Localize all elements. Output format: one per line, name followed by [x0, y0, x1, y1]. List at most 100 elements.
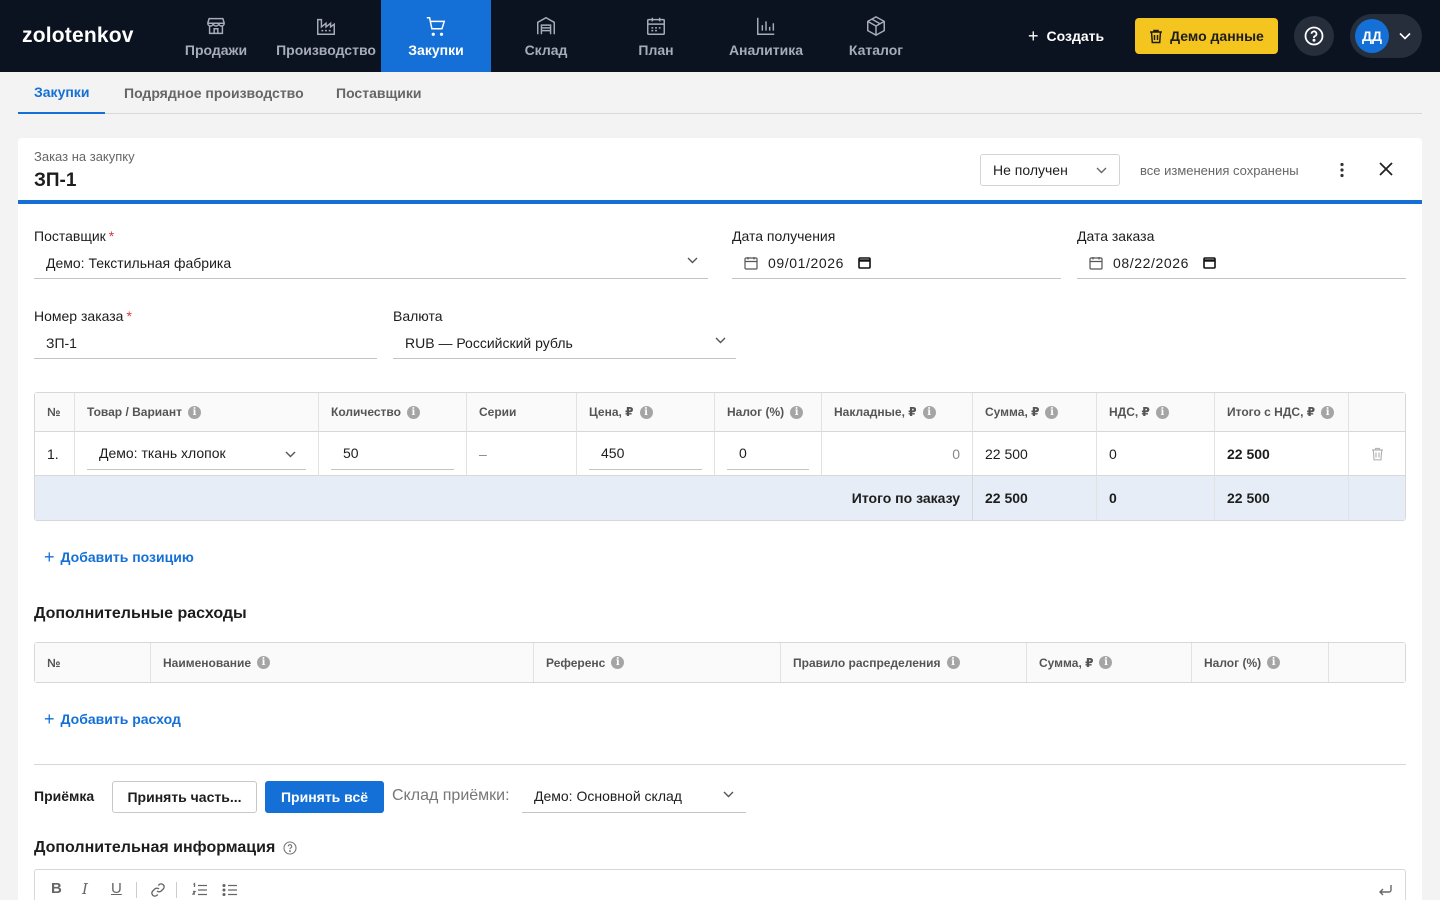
status-value: Не получен	[993, 162, 1068, 178]
table-header-row: № Товар / Вариант i Количество i Серии Цен…	[35, 393, 1405, 432]
info-icon[interactable]: i	[611, 656, 625, 669]
footer-spacer	[1349, 476, 1405, 520]
product-value: Демо: ткань хлопок	[99, 445, 226, 461]
delete-row-button[interactable]	[1349, 432, 1405, 476]
demo-data-button[interactable]: Демо данные	[1135, 18, 1278, 54]
info-icon[interactable]: i	[1267, 656, 1281, 669]
extra-costs-title: Дополнительные расходы	[34, 605, 247, 622]
tab-suppliers[interactable]: Поставщики	[320, 72, 438, 114]
enter-icon[interactable]	[1377, 882, 1393, 900]
additional-info-title-text: Дополнительная информация	[34, 839, 276, 856]
link-icon[interactable]	[150, 882, 166, 900]
nav-analytics-label: Аналитика	[728, 41, 804, 58]
table-row: 1. Демо: ткань хлопок 50 – 450 0 0 22 50…	[35, 432, 1405, 476]
calendar-icon	[647, 17, 665, 35]
info-icon[interactable]: i	[1099, 656, 1113, 669]
receive-all-button[interactable]: Принять всё	[265, 781, 384, 813]
help-button[interactable]	[1294, 16, 1334, 56]
additional-info-title: Дополнительная информация	[34, 839, 297, 857]
tab-purchases[interactable]: Закупки	[18, 72, 106, 114]
trash-icon	[1150, 29, 1163, 43]
info-icon[interactable]: i	[1045, 405, 1059, 419]
nav-catalog-label: Каталог	[848, 41, 904, 58]
receipt-warehouse-select[interactable]: Демо: Основной склад	[522, 779, 746, 813]
order-header: Заказ на закупку ЗП-1 Не получен все изм…	[18, 138, 1422, 204]
info-icon[interactable]: i	[406, 405, 420, 419]
date-picker-icon[interactable]	[1203, 256, 1216, 269]
price-input[interactable]: 450	[589, 438, 702, 470]
nav-analytics[interactable]: Аналитика	[711, 0, 821, 72]
question-icon	[1304, 26, 1324, 46]
create-button[interactable]: + Создать	[1028, 22, 1104, 50]
order-total-sum: 22 500	[973, 476, 1097, 520]
plus-icon: +	[44, 547, 55, 567]
plus-icon: +	[1028, 26, 1039, 46]
col-number-label: №	[47, 405, 61, 419]
underline-icon[interactable]: U	[111, 880, 122, 897]
add-expense-button[interactable]: + Добавить расход	[44, 710, 181, 728]
help-icon[interactable]	[283, 841, 297, 855]
order-date-field[interactable]: 08/22/2026	[1077, 247, 1406, 279]
nav-sales-label: Продажи	[184, 41, 248, 58]
price-cell: 450	[577, 432, 715, 476]
vat-cell: 0	[1097, 432, 1215, 476]
info-icon[interactable]: i	[257, 656, 271, 669]
info-icon[interactable]: i	[1321, 405, 1335, 419]
currency-select[interactable]: RUB — Российский рубль	[393, 327, 736, 359]
nav-catalog[interactable]: Каталог	[821, 0, 931, 72]
product-select[interactable]: Демо: ткань хлопок	[87, 438, 306, 470]
chevron-down-icon	[1399, 32, 1411, 40]
cart-icon	[426, 16, 446, 36]
receive-date-field[interactable]: 09/01/2026	[732, 247, 1061, 279]
nav-production-label: Производство	[276, 41, 376, 58]
supplier-select[interactable]: Демо: Текстильная фабрика	[34, 247, 708, 279]
col-number-label: №	[47, 655, 61, 670]
nav-sales[interactable]: Продажи	[161, 0, 271, 72]
plus-icon: +	[44, 709, 55, 729]
italic-icon[interactable]: I	[82, 880, 88, 898]
receive-partial-button[interactable]: Принять часть...	[112, 781, 257, 813]
col-sum-label: Сумма, ₽	[985, 405, 1040, 419]
info-icon[interactable]: i	[639, 405, 653, 419]
col-name: Наименование i	[151, 643, 534, 682]
ordered-list-icon[interactable]	[191, 882, 208, 900]
add-item-button[interactable]: + Добавить позицию	[44, 548, 194, 566]
info-icon[interactable]: i	[1155, 405, 1169, 419]
page-title: ЗП-1	[34, 170, 77, 191]
order-number-value: ЗП-1	[46, 334, 77, 351]
info-icon[interactable]: i	[187, 405, 201, 419]
col-vat-label: НДС, ₽	[1109, 405, 1150, 419]
top-navigation: zolotenkov Продажи Производство Закупки …	[0, 0, 1440, 72]
col-series: Серии	[467, 393, 577, 432]
nav-plan[interactable]: План	[601, 0, 711, 72]
info-icon[interactable]: i	[922, 405, 936, 419]
receipt-warehouse-label: Склад приёмки:	[392, 787, 510, 804]
more-options-button[interactable]	[1334, 158, 1350, 182]
user-menu-button[interactable]: ДД	[1350, 14, 1422, 58]
bold-icon[interactable]: B	[51, 880, 62, 897]
total-cell: 22 500	[1215, 432, 1349, 476]
chevron-down-icon	[1096, 167, 1107, 173]
series-cell[interactable]: –	[467, 432, 577, 476]
section-divider	[34, 764, 1406, 765]
nav-warehouse[interactable]: Склад	[491, 0, 601, 72]
app-logo[interactable]: zolotenkov	[22, 24, 134, 48]
status-select[interactable]: Не получен	[980, 154, 1120, 186]
bullet-list-icon[interactable]	[222, 882, 238, 900]
info-icon[interactable]: i	[790, 405, 804, 419]
tax-value: 0	[739, 445, 747, 461]
col-tax-label: Налог (%)	[1204, 655, 1262, 670]
nav-production[interactable]: Производство	[271, 0, 381, 72]
date-picker-icon[interactable]	[858, 256, 871, 269]
tax-input[interactable]: 0	[727, 438, 809, 470]
order-date-value: 08/22/2026	[1113, 254, 1190, 271]
info-icon[interactable]: i	[946, 656, 960, 669]
quantity-input[interactable]: 50	[331, 438, 454, 470]
order-items-table: № Товар / Вариант i Количество i Серии Цен…	[34, 392, 1406, 521]
overhead-cell: 0	[822, 432, 973, 476]
order-number-input[interactable]: ЗП-1	[34, 327, 377, 359]
close-button[interactable]	[1375, 158, 1397, 180]
tab-contract-manufacturing[interactable]: Подрядное производство	[108, 72, 320, 114]
nav-purchases[interactable]: Закупки	[381, 0, 491, 72]
order-date-label: Дата заказа	[1077, 228, 1155, 244]
